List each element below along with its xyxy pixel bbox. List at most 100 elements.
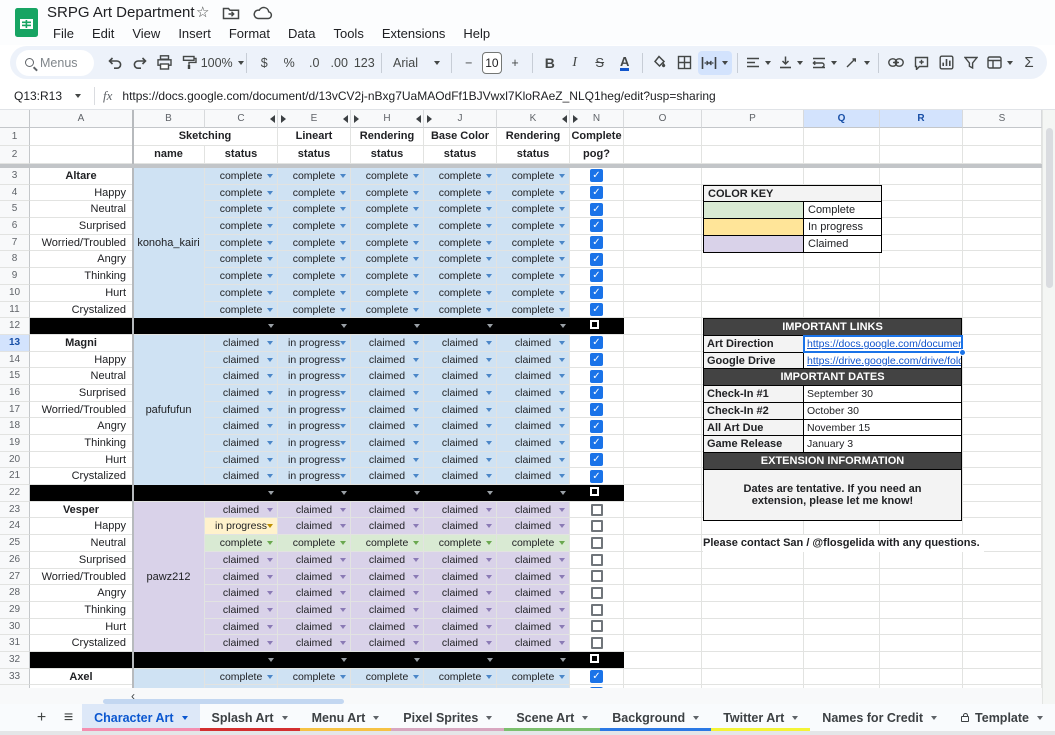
decrease-decimal-button[interactable]: .0 xyxy=(302,51,326,75)
checkbox-checked[interactable]: ✓ xyxy=(590,453,603,466)
status-cell[interactable]: complete xyxy=(351,251,424,268)
empty-cell[interactable] xyxy=(804,652,880,669)
empty-cell[interactable] xyxy=(963,585,1042,602)
status-cell[interactable]: claimed xyxy=(497,518,570,535)
dropdown-arrow-icon[interactable] xyxy=(267,625,273,629)
checkbox-checked[interactable]: ✓ xyxy=(590,687,603,688)
dropdown-arrow-icon[interactable] xyxy=(486,575,492,579)
dropdown-arrow-icon[interactable] xyxy=(340,291,346,295)
status-cell[interactable]: complete xyxy=(424,251,497,268)
header-cell[interactable]: status xyxy=(424,146,497,164)
status-cell[interactable]: complete xyxy=(351,168,424,185)
increase-decimal-button[interactable]: .00 xyxy=(327,51,351,75)
dropdown-arrow-icon[interactable] xyxy=(340,424,346,428)
status-cell[interactable]: in progress xyxy=(278,402,351,419)
status-cell[interactable]: claimed xyxy=(497,352,570,369)
empty-cell[interactable] xyxy=(880,685,963,688)
artist-name-cell[interactable]: pawz212 xyxy=(133,569,205,586)
dropdown-arrow-icon[interactable] xyxy=(486,441,492,445)
empty-cell[interactable] xyxy=(963,185,1042,202)
character-label-cell[interactable]: Crystalized xyxy=(30,302,133,319)
checkbox-cell[interactable]: ✓ xyxy=(570,435,624,452)
move-to-folder-icon[interactable] xyxy=(222,6,240,20)
empty-cell[interactable] xyxy=(963,552,1042,569)
row-header-33[interactable]: 33 xyxy=(0,669,30,686)
status-cell[interactable]: complete xyxy=(278,185,351,202)
status-cell[interactable]: complete xyxy=(278,669,351,686)
status-cell[interactable]: complete xyxy=(278,235,351,252)
header-cell[interactable]: pog? xyxy=(570,146,624,164)
checkbox-checked[interactable]: ✓ xyxy=(590,286,603,299)
status-cell[interactable]: claimed xyxy=(351,468,424,485)
status-cell[interactable]: complete xyxy=(278,218,351,235)
status-cell[interactable]: complete xyxy=(497,201,570,218)
row-header-12[interactable]: 12 xyxy=(0,318,30,335)
sheet-tab-splash-art[interactable]: Splash Art xyxy=(200,704,300,731)
hidden-columns-left-arrow-icon[interactable] xyxy=(562,115,567,123)
dropdown-arrow-icon[interactable] xyxy=(559,441,565,445)
dropdown-arrow-icon[interactable] xyxy=(486,341,492,345)
dropdown-arrow-icon[interactable] xyxy=(559,608,565,612)
dropdown-arrow-icon[interactable] xyxy=(267,257,273,261)
name-box[interactable]: Q13:R13 xyxy=(0,89,86,103)
character-label-cell[interactable]: Crystalized xyxy=(30,635,133,652)
checkbox-cell[interactable] xyxy=(570,635,624,652)
row-header-30[interactable]: 30 xyxy=(0,619,30,636)
dropdown-arrow-icon[interactable] xyxy=(413,625,419,629)
dropdown-arrow-icon[interactable] xyxy=(413,207,419,211)
header-cell[interactable] xyxy=(702,128,804,146)
status-cell[interactable]: claimed xyxy=(424,402,497,419)
dropdown-arrow-icon[interactable] xyxy=(559,474,565,478)
dropdown-arrow-icon[interactable] xyxy=(413,274,419,278)
checkbox-checked[interactable]: ✓ xyxy=(590,186,603,199)
dropdown-arrow-icon[interactable] xyxy=(413,524,419,528)
row-header-24[interactable]: 24 xyxy=(0,518,30,535)
dropdown-arrow-icon[interactable] xyxy=(268,324,274,328)
artist-name-cell[interactable] xyxy=(133,285,205,302)
empty-cell[interactable] xyxy=(880,669,963,686)
character-label-cell[interactable]: Surprised xyxy=(30,385,133,402)
status-cell[interactable]: complete xyxy=(205,185,278,202)
column-header-A[interactable]: A xyxy=(30,110,133,128)
empty-cell[interactable] xyxy=(880,218,963,235)
checkbox-cell[interactable]: ✓ xyxy=(570,402,624,419)
dropdown-arrow-icon[interactable] xyxy=(340,541,346,545)
dropdown-arrow-icon[interactable] xyxy=(559,191,565,195)
dropdown-arrow-icon[interactable] xyxy=(340,341,346,345)
header-cell[interactable] xyxy=(963,146,1042,164)
empty-cell[interactable] xyxy=(702,635,804,652)
empty-cell[interactable] xyxy=(880,518,963,535)
checkbox-unchecked[interactable] xyxy=(591,637,603,649)
dropdown-arrow-icon[interactable] xyxy=(341,658,347,662)
empty-cell[interactable] xyxy=(702,669,804,686)
dropdown-arrow-icon[interactable] xyxy=(267,424,273,428)
checkbox-cell[interactable]: ✓ xyxy=(570,168,624,185)
artist-name-cell[interactable] xyxy=(133,685,205,688)
status-cell[interactable]: complete xyxy=(424,302,497,319)
dropdown-arrow-icon[interactable] xyxy=(413,391,419,395)
empty-cell[interactable] xyxy=(702,285,804,302)
row-header-4[interactable]: 4 xyxy=(0,185,30,202)
checkbox-checked[interactable]: ✓ xyxy=(590,219,603,232)
dropdown-arrow-icon[interactable] xyxy=(413,558,419,562)
dropdown-arrow-icon[interactable] xyxy=(267,224,273,228)
dropdown-arrow-icon[interactable] xyxy=(340,458,346,462)
empty-cell[interactable] xyxy=(804,635,880,652)
dropdown-arrow-icon[interactable] xyxy=(340,608,346,612)
dropdown-arrow-icon[interactable] xyxy=(559,308,565,312)
header-cell[interactable] xyxy=(804,128,880,146)
dropdown-arrow-icon[interactable] xyxy=(559,274,565,278)
empty-cell[interactable] xyxy=(624,285,702,302)
dropdown-arrow-icon[interactable] xyxy=(413,541,419,545)
empty-cell[interactable] xyxy=(963,502,1042,519)
checkbox-unchecked[interactable] xyxy=(590,487,599,496)
dropdown-arrow-icon[interactable] xyxy=(414,658,420,662)
dropdown-arrow-icon[interactable] xyxy=(267,191,273,195)
status-cell[interactable]: claimed xyxy=(351,452,424,469)
empty-cell[interactable] xyxy=(624,302,702,319)
dropdown-arrow-icon[interactable] xyxy=(486,608,492,612)
menu-extensions[interactable]: Extensions xyxy=(373,24,455,43)
dropdown-arrow-icon[interactable] xyxy=(560,658,566,662)
empty-cell[interactable] xyxy=(624,485,702,502)
status-cell[interactable]: claimed xyxy=(424,569,497,586)
